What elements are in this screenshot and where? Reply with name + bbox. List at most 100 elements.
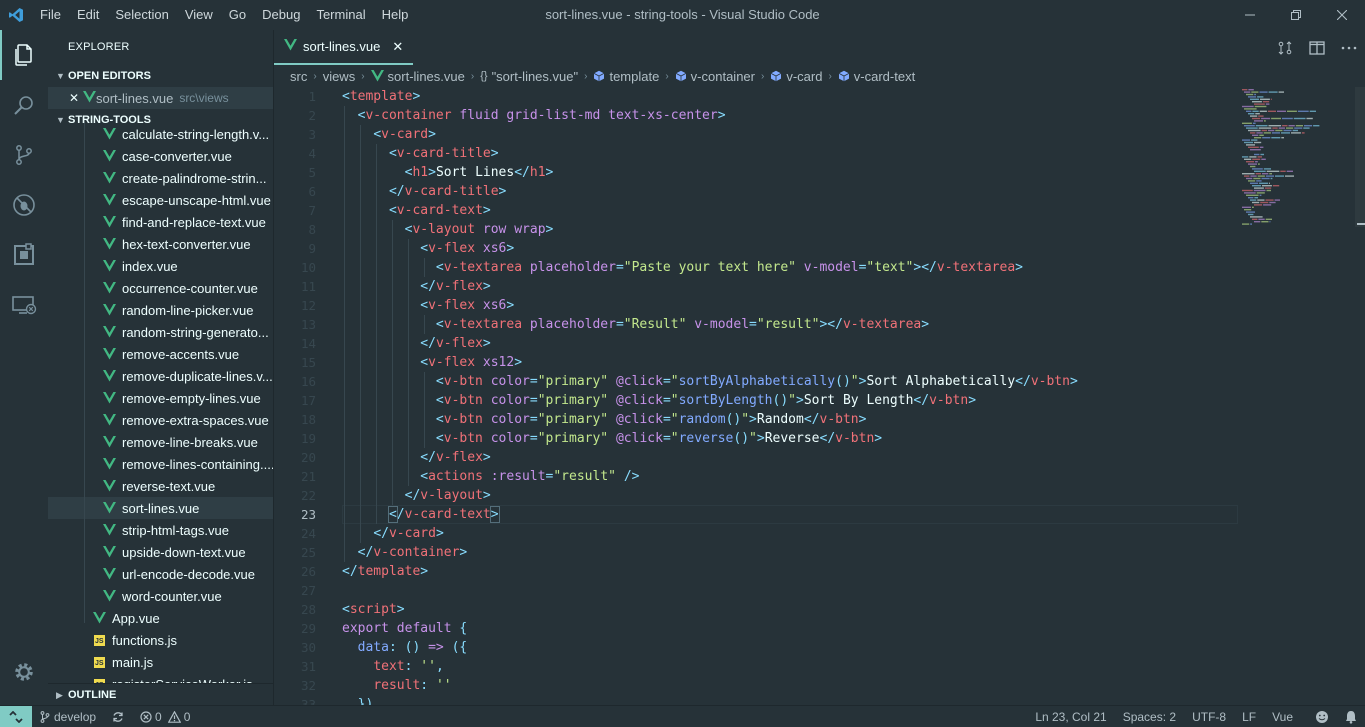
notifications-bell-icon[interactable] — [1337, 706, 1365, 727]
code-line: <v-card> — [373, 127, 436, 142]
code-editor[interactable]: 1 2 3 4 5 6 7 8 9 10 11 12 13 14 15 16 17 18 19 20 21 22 23 24 2… — [274, 87, 1365, 705]
file-tree-item[interactable]: remove-lines-containing.... — [48, 453, 273, 475]
tab-sort-lines[interactable]: sort-lines.vue ✕ — [274, 30, 414, 65]
file-tree-item[interactable]: url-encode-decode.vue — [48, 563, 273, 585]
file-name: escape-unscape-html.vue — [122, 192, 271, 208]
branch-indicator[interactable]: develop — [32, 706, 104, 727]
outline-header[interactable]: ▶ OUTLINE — [48, 683, 273, 705]
line-number: 31 — [300, 659, 316, 674]
line-number: 14 — [300, 336, 316, 351]
menu-view[interactable]: View — [177, 0, 221, 30]
window-controls — [1227, 0, 1365, 30]
search-icon[interactable] — [0, 80, 48, 130]
file-tree-item[interactable]: random-string-generato... — [48, 321, 273, 343]
file-name: hex-text-converter.vue — [122, 236, 251, 252]
code-content[interactable]: <template> <v-container fluid grid-list-… — [342, 87, 1238, 705]
file-tree-item[interactable]: strip-html-tags.vue — [48, 519, 273, 541]
feedback-smiley-icon[interactable] — [1307, 706, 1337, 727]
file-tree-item[interactable]: remove-extra-spaces.vue — [48, 409, 273, 431]
debug-icon[interactable] — [0, 180, 48, 230]
menu-help[interactable]: Help — [374, 0, 417, 30]
settings-gear-icon[interactable] — [0, 647, 48, 697]
file-tree-item[interactable]: JS functions.js — [48, 629, 273, 651]
indentation[interactable]: Spaces: 2 — [1115, 706, 1184, 727]
file-tree-item[interactable]: App.vue — [48, 607, 273, 629]
minimize-button[interactable] — [1227, 0, 1273, 30]
menu-go[interactable]: Go — [221, 0, 254, 30]
breadcrumb-src[interactable]: src — [290, 69, 307, 84]
cube-icon — [770, 70, 782, 82]
line-number: 21 — [300, 469, 316, 484]
breadcrumb-template[interactable]: template — [593, 69, 659, 84]
file-tree-item[interactable]: occurrence-counter.vue — [48, 277, 273, 299]
encoding[interactable]: UTF-8 — [1184, 706, 1234, 727]
more-actions-icon[interactable] — [1333, 30, 1365, 65]
outline-label: OUTLINE — [68, 688, 117, 701]
menu-debug[interactable]: Debug — [254, 0, 308, 30]
code-line: <v-btn color="primary" @click="sortByLen… — [435, 393, 977, 408]
file-name: index.vue — [122, 258, 178, 274]
file-tree-item[interactable]: index.vue — [48, 255, 273, 277]
menu-edit[interactable]: Edit — [69, 0, 107, 30]
restore-button[interactable] — [1273, 0, 1319, 30]
explorer-icon[interactable] — [0, 30, 48, 80]
tab-close-icon[interactable]: ✕ — [392, 39, 403, 55]
close-window-button[interactable] — [1319, 0, 1365, 30]
code-line: </v-flex> — [420, 336, 491, 351]
explorer-title: EXPLORER — [68, 41, 130, 53]
sync-button[interactable] — [104, 706, 132, 727]
breadcrumb-v-card-text[interactable]: v-card-text — [838, 69, 915, 84]
file-tree-item[interactable]: remove-accents.vue — [48, 343, 273, 365]
line-number: 1 — [308, 89, 316, 104]
line-number: 9 — [308, 241, 316, 256]
vue-file-icon — [100, 127, 118, 141]
scrollbar-thumb[interactable] — [1355, 87, 1365, 227]
split-editor-icon[interactable] — [1301, 30, 1333, 65]
file-tree-item[interactable]: remove-duplicate-lines.v... — [48, 365, 273, 387]
cursor-position[interactable]: Ln 23, Col 21 — [1027, 706, 1114, 727]
vertical-scrollbar[interactable] — [1355, 87, 1365, 705]
language-mode[interactable]: Vue — [1264, 706, 1307, 727]
file-tree-item[interactable]: remove-line-breaks.vue — [48, 431, 273, 453]
file-tree-item[interactable]: find-and-replace-text.vue — [48, 211, 273, 233]
file-tree-item[interactable]: case-converter.vue — [48, 145, 273, 167]
file-tree-item[interactable]: reverse-text.vue — [48, 475, 273, 497]
remote-explorer-icon[interactable] — [0, 280, 48, 330]
breadcrumb-v-container[interactable]: v-container — [675, 69, 755, 84]
close-icon[interactable]: ✕ — [69, 91, 83, 105]
breadcrumb-views[interactable]: views — [323, 69, 356, 84]
line-number: 24 — [300, 526, 316, 541]
menu-file[interactable]: File — [32, 0, 69, 30]
end-of-line[interactable]: LF — [1234, 706, 1264, 727]
breadcrumb-file[interactable]: sort-lines.vue — [370, 69, 465, 84]
file-tree-item[interactable]: calculate-string-length.v... — [48, 123, 273, 145]
chevron-right-icon: › — [584, 70, 588, 82]
open-editors-header[interactable]: ▼ OPEN EDITORS — [48, 65, 273, 87]
menu-terminal[interactable]: Terminal — [308, 0, 373, 30]
extensions-icon[interactable] — [0, 230, 48, 280]
file-tree-item[interactable]: JS main.js — [48, 651, 273, 673]
line-number: 33 — [300, 697, 316, 705]
file-tree-item[interactable]: create-palindrome-strin... — [48, 167, 273, 189]
chevron-right-icon: › — [470, 70, 475, 82]
open-editor-item[interactable]: ✕ sort-lines.vue src\views — [48, 87, 273, 109]
file-tree-item[interactable]: word-counter.vue — [48, 585, 273, 607]
code-line: </v-layout> — [404, 488, 491, 503]
vue-file-icon — [83, 90, 96, 106]
menu-selection[interactable]: Selection — [107, 0, 176, 30]
breadcrumb-v-card[interactable]: v-card — [770, 69, 822, 84]
source-control-icon[interactable] — [0, 130, 48, 180]
problems-indicator[interactable]: 0 0 — [132, 706, 198, 727]
remote-indicator-icon[interactable] — [0, 705, 32, 727]
file-name: calculate-string-length.v... — [122, 126, 270, 142]
file-tree-item[interactable]: hex-text-converter.vue — [48, 233, 273, 255]
code-line: <v-card-title> — [388, 146, 499, 161]
file-tree-item[interactable]: upside-down-text.vue — [48, 541, 273, 563]
file-tree-item[interactable]: escape-unscape-html.vue — [48, 189, 273, 211]
file-tree-item[interactable]: random-line-picker.vue — [48, 299, 273, 321]
open-changes-icon[interactable] — [1269, 30, 1301, 65]
file-tree-item[interactable]: sort-lines.vue — [48, 497, 273, 519]
minimap[interactable] — [1238, 87, 1358, 705]
breadcrumb-module[interactable]: {} "sort-lines.vue" — [480, 69, 578, 84]
file-tree-item[interactable]: remove-empty-lines.vue — [48, 387, 273, 409]
